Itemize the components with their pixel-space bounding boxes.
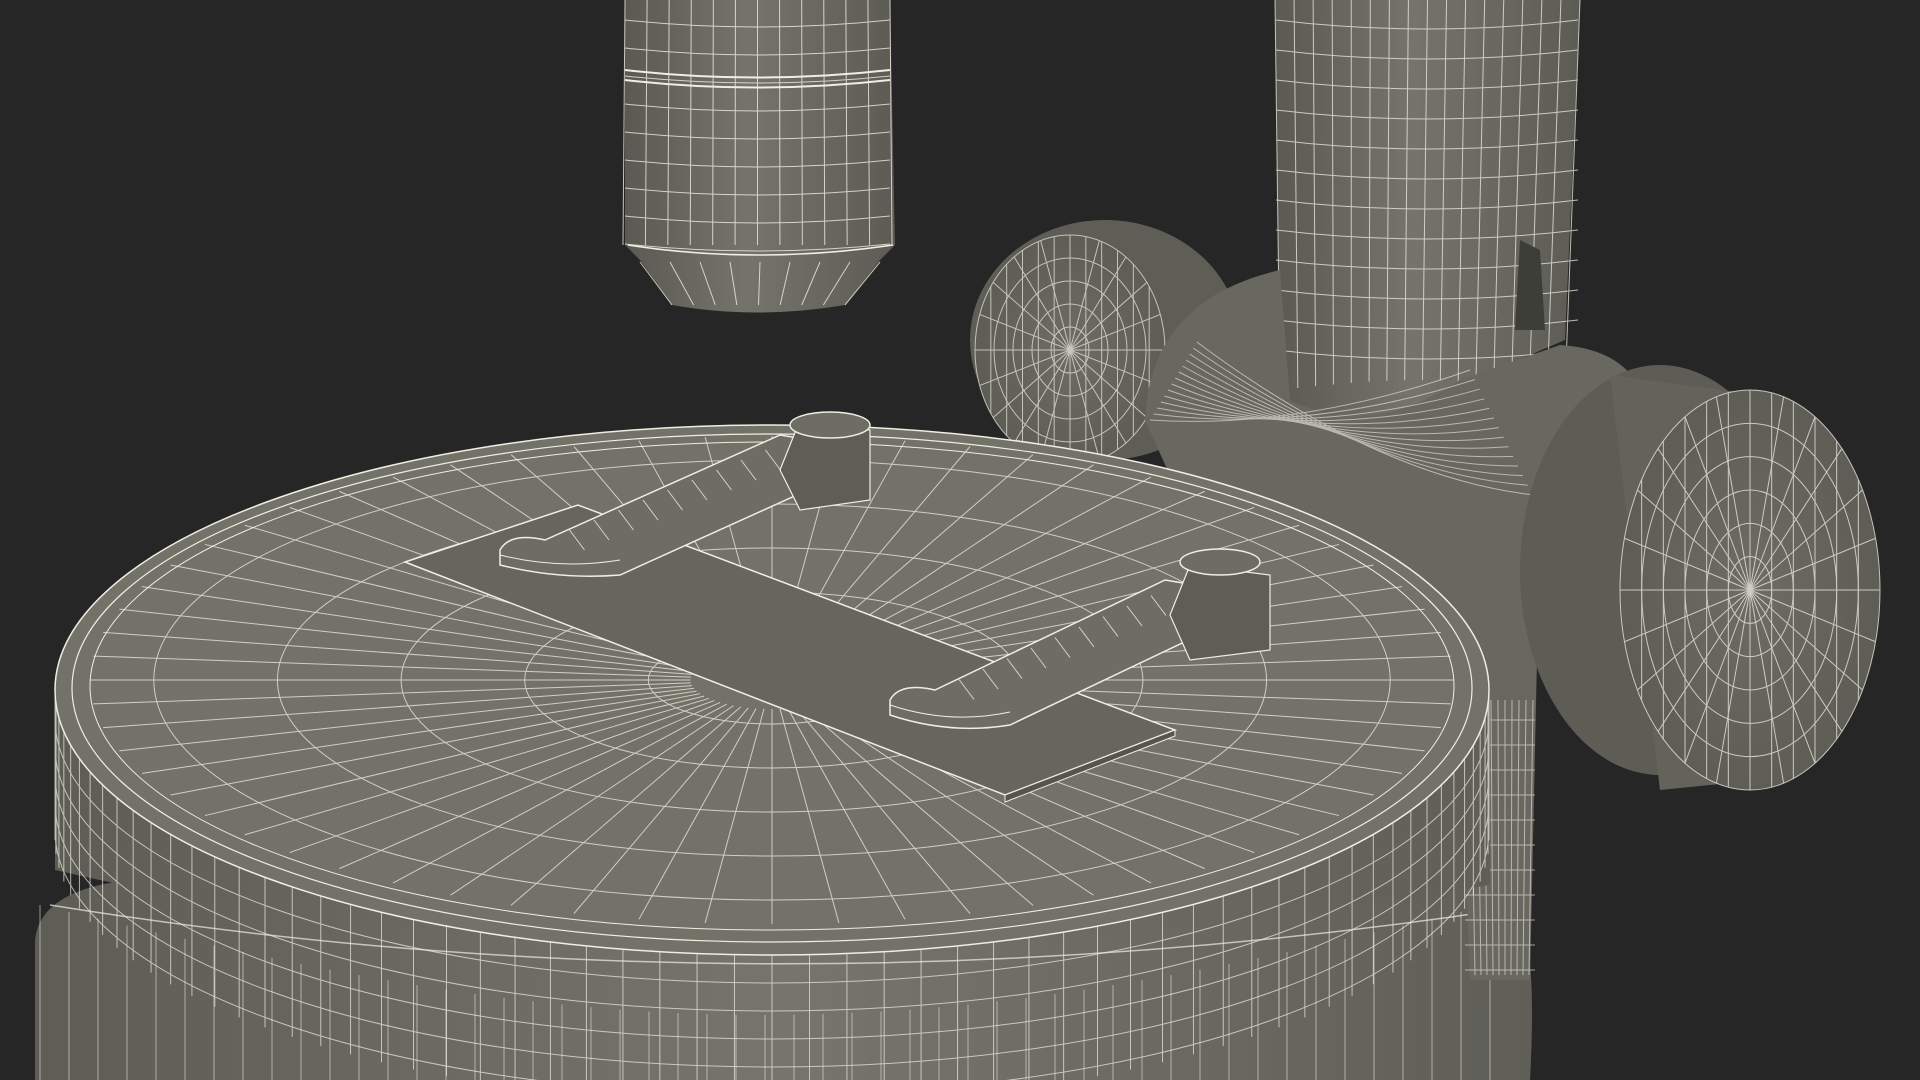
right-focus-knob (1520, 365, 1881, 791)
objective-lens (622, 0, 895, 313)
render-viewport (0, 0, 1920, 1080)
wireframe-render (35, 0, 1881, 1080)
